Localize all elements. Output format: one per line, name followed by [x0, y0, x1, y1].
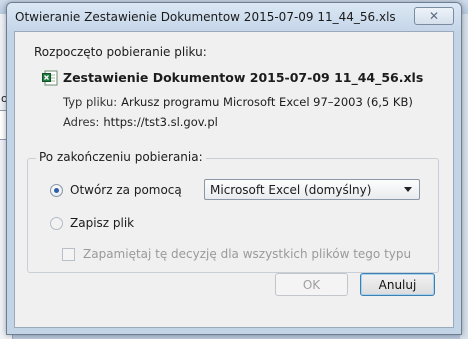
- file-address-label: Adres:: [63, 115, 100, 129]
- open-file-dialog: Otwieranie Zestawienie Dokumentow 2015-0…: [6, 2, 462, 335]
- dialog-title: Otwieranie Zestawienie Dokumentow 2015-0…: [15, 10, 396, 24]
- open-with-label[interactable]: Otwórz za pomocą: [70, 183, 182, 197]
- open-with-app-select[interactable]: Microsoft Excel (domyślny): [204, 179, 420, 200]
- remember-decision-checkbox[interactable]: [62, 247, 75, 261]
- file-address-row: Adres: https://tst3.sl.gov.pl: [63, 115, 218, 129]
- save-file-radio[interactable]: [50, 216, 63, 230]
- file-type-row: Typ pliku: Arkusz programu Microsoft Exce…: [63, 95, 413, 109]
- file-type-label: Typ pliku:: [63, 95, 118, 109]
- file-type-value: Arkusz programu Microsoft Excel 97–2003 …: [121, 95, 413, 109]
- dialog-titlebar[interactable]: Otwieranie Zestawienie Dokumentow 2015-0…: [7, 3, 461, 31]
- open-with-app-value: Microsoft Excel (domyślny): [210, 182, 372, 197]
- remember-decision-label[interactable]: Zapamiętaj tę decyzję dla wszystkich pli…: [83, 247, 411, 261]
- chevron-down-icon: [404, 187, 412, 192]
- cancel-button[interactable]: Anuluj: [360, 273, 435, 296]
- download-intro: Rozpoczęto pobieranie pliku:: [34, 45, 207, 59]
- save-file-label[interactable]: Zapisz plik: [70, 216, 134, 230]
- excel-file-icon: [42, 70, 58, 86]
- file-address-value: https://tst3.sl.gov.pl: [103, 115, 218, 129]
- remember-decision-option[interactable]: Zapamiętaj tę decyzję dla wszystkich pli…: [62, 247, 411, 261]
- ok-button[interactable]: OK: [275, 273, 348, 296]
- open-with-option[interactable]: Otwórz za pomocą: [50, 183, 182, 197]
- file-name: Zestawienie Dokumentow 2015-07-09 11_44_…: [63, 70, 424, 85]
- after-download-group: Po zakończeniu pobierania: Otwórz za pom…: [27, 150, 439, 273]
- close-button[interactable]: ✕: [414, 7, 454, 25]
- after-download-legend: Po zakończeniu pobierania:: [36, 150, 206, 164]
- save-file-option[interactable]: Zapisz plik: [50, 216, 134, 230]
- open-with-radio[interactable]: [50, 183, 63, 197]
- close-icon: ✕: [428, 9, 440, 23]
